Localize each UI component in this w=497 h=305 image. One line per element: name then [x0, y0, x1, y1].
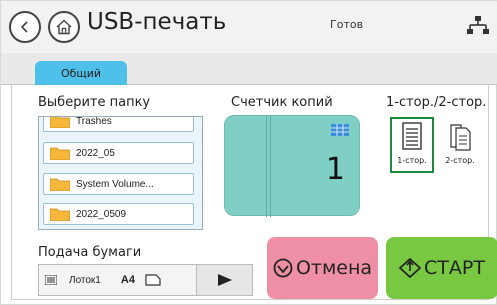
folder-list[interactable]: Trashes 2022_05 System Volume... 2022_05… [38, 116, 203, 230]
list-item[interactable]: 2022_0509 [43, 203, 194, 225]
folder-icon [50, 178, 70, 191]
tab-bar: Общий [1, 53, 497, 87]
paper-tray-name: Лоток1 [69, 274, 101, 286]
stop-icon [273, 258, 293, 278]
cancel-label: Отмена [295, 257, 373, 279]
copy-count-value: 1 [325, 152, 345, 187]
start-button[interactable]: СТАРТ [386, 237, 497, 299]
one-sided-page-icon [402, 122, 422, 150]
two-sided-label: 2-стор. [445, 156, 475, 165]
one-sided-button[interactable]: 1-стор. [390, 117, 434, 173]
folder-section-label: Выберите папку [38, 95, 151, 110]
play-icon [217, 274, 232, 286]
folder-name: 2022_05 [76, 147, 115, 159]
list-item[interactable]: 2022_05 [43, 142, 194, 164]
copies-label: Счетчик копий [231, 95, 333, 110]
folder-name: 2022_0509 [76, 208, 127, 220]
status-text: Готов [330, 18, 364, 31]
copy-counter[interactable]: 1 [224, 115, 360, 217]
folder-icon [50, 117, 70, 128]
folder-icon [50, 147, 70, 160]
home-icon [56, 19, 72, 35]
paper-feed-label: Подача бумаги [38, 245, 142, 260]
tab-general[interactable]: Общий [35, 61, 127, 87]
paper-next-button[interactable] [196, 265, 252, 295]
list-item[interactable]: Trashes [43, 116, 194, 132]
folder-name: Trashes [76, 116, 112, 127]
start-label: СТАРТ [424, 257, 485, 279]
back-button[interactable] [9, 11, 41, 43]
paper-orientation-icon [145, 274, 161, 286]
header: USB-печать Готов [1, 1, 497, 53]
usb-print-screen: USB-печать Готов Общий Выберите папку Tr… [0, 0, 497, 305]
counter-divider [270, 116, 271, 217]
counter-divider [266, 116, 267, 217]
page-title: USB-печать [87, 9, 227, 35]
paper-size: A4 [120, 274, 135, 286]
chevron-left-icon [20, 21, 28, 33]
cancel-button[interactable]: Отмена [267, 237, 378, 299]
duplex-label: 1-стор./2-стор. [386, 95, 487, 110]
start-icon [399, 258, 422, 278]
two-sided-button[interactable]: 2-стор. [438, 117, 482, 173]
paper-feed-selector[interactable]: Лоток1 A4 [38, 264, 253, 296]
one-sided-label: 1-стор. [397, 156, 427, 165]
network-icon [467, 16, 489, 34]
folder-name: System Volume... [76, 178, 154, 190]
tray-icon [45, 275, 57, 285]
home-button[interactable] [48, 11, 80, 43]
keypad-icon [331, 124, 349, 136]
two-sided-page-icon [450, 124, 471, 151]
folder-icon [50, 208, 70, 221]
list-item[interactable]: System Volume... [43, 173, 194, 195]
